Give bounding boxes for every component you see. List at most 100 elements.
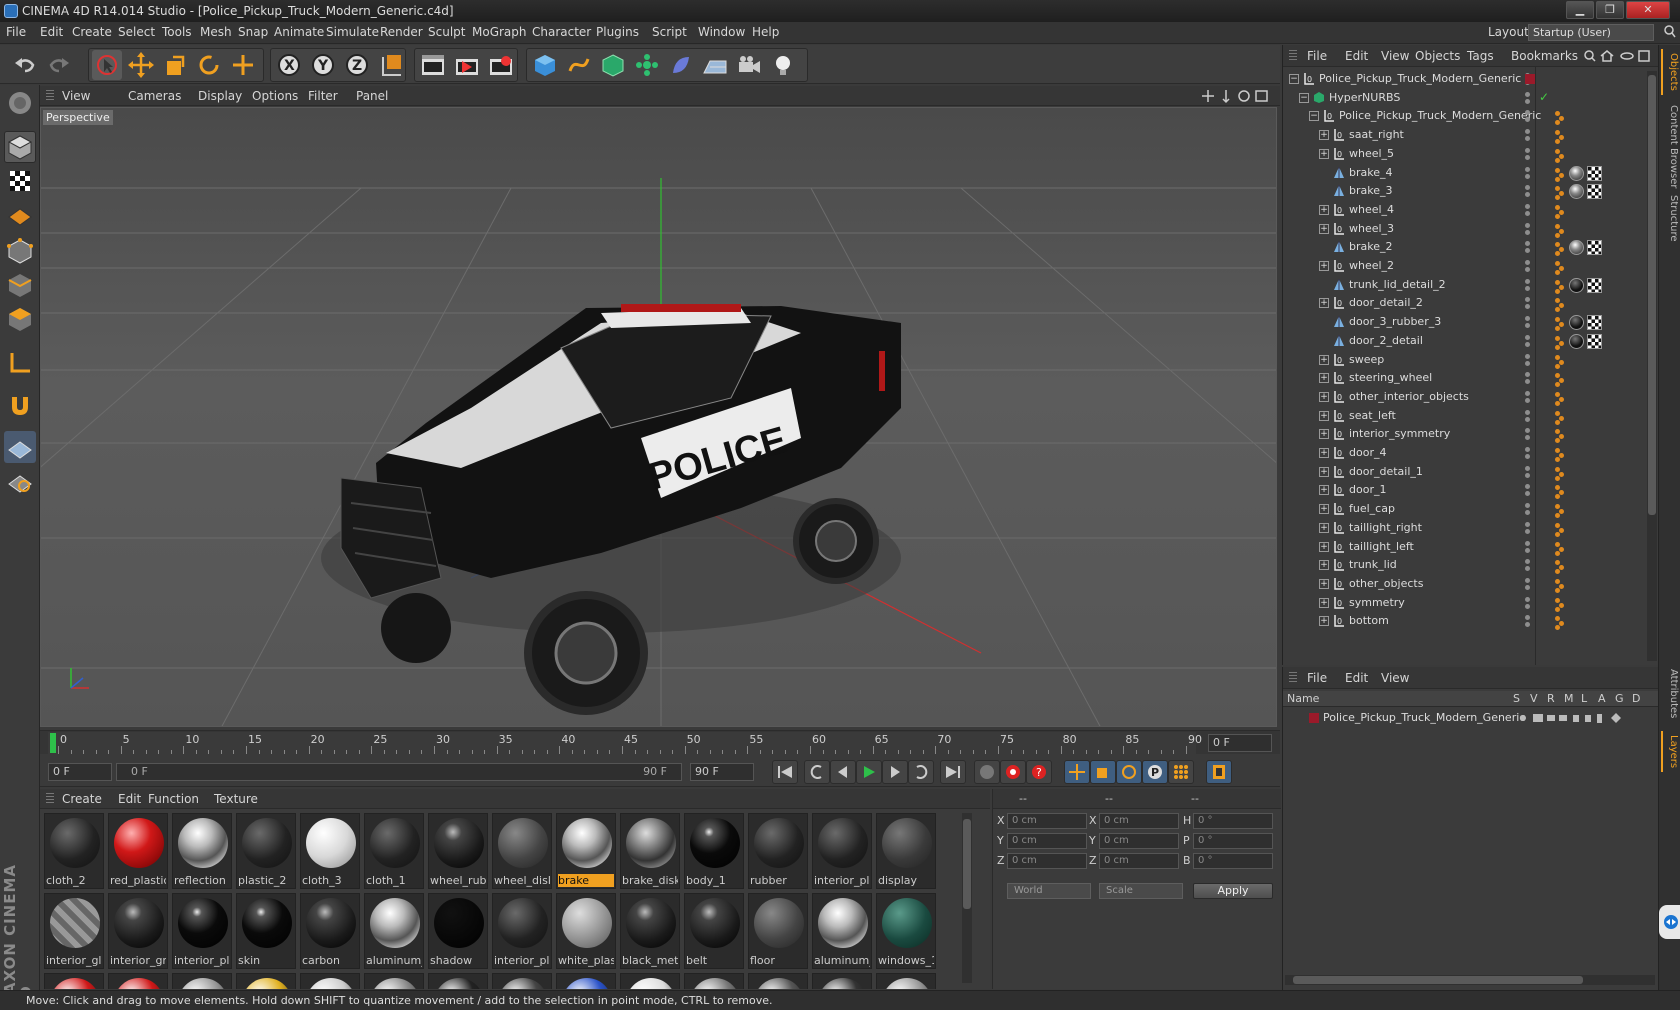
menu-edit[interactable]: Edit	[40, 25, 63, 39]
coord-value-field[interactable]: 0 cm	[1099, 833, 1179, 849]
spline-pen-icon[interactable]	[564, 50, 594, 80]
material-swatch[interactable]	[748, 973, 808, 989]
material-swatch[interactable]: interior_pla	[812, 813, 872, 889]
visibility-dots[interactable]	[1521, 353, 1535, 367]
expand-toggle-icon[interactable]: +	[1319, 429, 1329, 440]
undo-icon[interactable]	[10, 50, 40, 80]
visibility-dots[interactable]	[1521, 128, 1535, 142]
expand-toggle-icon[interactable]: +	[1319, 261, 1329, 271]
expand-toggle-icon[interactable]: +	[1319, 541, 1329, 552]
start-frame-field[interactable]: 0 F	[48, 763, 112, 781]
redo-icon[interactable]	[44, 50, 74, 80]
texture-tag-icon[interactable]	[1587, 240, 1602, 256]
visibility-dots[interactable]	[1521, 521, 1535, 535]
object-scrollbar[interactable]	[1647, 71, 1657, 661]
tab-structure[interactable]: Structure	[1661, 191, 1679, 246]
visibility-dots[interactable]	[1521, 465, 1535, 479]
material-swatch[interactable]	[684, 973, 744, 989]
visibility-dots[interactable]	[1521, 427, 1535, 441]
material-swatch[interactable]: windows_1	[876, 893, 936, 969]
visibility-dots[interactable]	[1521, 596, 1535, 610]
object-row[interactable]: +0 door_1	[1283, 480, 1647, 500]
visibility-dots[interactable]	[1521, 315, 1535, 329]
visibility-dots[interactable]	[1521, 371, 1535, 385]
tab-layers[interactable]: Layers	[1661, 731, 1679, 773]
object-row[interactable]: −0 Police_Pickup_Truck_Modern_Generic	[1283, 106, 1647, 126]
material-tag-icon[interactable]	[1569, 333, 1584, 349]
layer-menu-view[interactable]: View	[1381, 671, 1409, 685]
next-key-icon[interactable]	[908, 760, 934, 784]
material-swatch[interactable]: cloth_2	[44, 813, 104, 889]
viewport-menu-options[interactable]: Options	[252, 89, 298, 103]
visibility-dots[interactable]	[1521, 390, 1535, 404]
material-swatch[interactable]	[556, 973, 616, 989]
material-swatch[interactable]: shadow	[428, 893, 488, 969]
coord-value-field[interactable]: 0 cm	[1099, 853, 1179, 869]
object-row[interactable]: +0 door_detail_2	[1283, 293, 1647, 313]
array-icon[interactable]	[632, 50, 662, 80]
visibility-dots[interactable]	[1521, 296, 1535, 310]
material-swatch[interactable]: cloth_1	[364, 813, 424, 889]
material-swatch[interactable]: carbon	[300, 893, 360, 969]
tab-content-browser[interactable]: Content Browser	[1661, 101, 1679, 192]
material-swatch[interactable]	[108, 973, 168, 989]
object-row[interactable]: +0 taillight_left	[1283, 537, 1647, 557]
object-row[interactable]: +0 wheel_4	[1283, 200, 1647, 220]
texture-tag-icon[interactable]	[1587, 315, 1602, 331]
material-tag-icon[interactable]	[1569, 184, 1584, 200]
expand-toggle-icon[interactable]: +	[1319, 597, 1329, 608]
object-row[interactable]: +0 wheel_5	[1283, 144, 1647, 164]
object-row[interactable]: brake_3	[1283, 181, 1647, 201]
record-keys-icon[interactable]	[974, 760, 1000, 784]
visibility-dots[interactable]	[1521, 91, 1535, 105]
object-row[interactable]: door_2_detail	[1283, 331, 1647, 351]
material-swatch[interactable]	[236, 973, 296, 989]
previous-frame-icon[interactable]	[830, 760, 856, 784]
layer-hscrollbar[interactable]	[1285, 975, 1655, 985]
object-menu-objects[interactable]: Objects	[1415, 49, 1460, 63]
material-swatch[interactable]	[620, 973, 680, 989]
tab-attributes[interactable]: Attributes	[1661, 665, 1679, 722]
texture-tag-icon[interactable]	[1587, 184, 1602, 200]
viewport-menu-display[interactable]: Display	[198, 89, 242, 103]
material-menu-texture[interactable]: Texture	[214, 792, 258, 806]
material-swatch[interactable]: rubber	[748, 813, 808, 889]
visibility-dots[interactable]	[1521, 540, 1535, 554]
frame-range-slider[interactable]: 0 F 90 F	[116, 763, 682, 781]
expand-toggle-icon[interactable]: +	[1319, 560, 1329, 571]
texture-tag-icon[interactable]	[1587, 165, 1602, 181]
object-row[interactable]: +0 door_detail_1	[1283, 462, 1647, 482]
material-swatch[interactable]	[492, 973, 552, 989]
menu-tools[interactable]: Tools	[162, 25, 192, 39]
material-swatch[interactable]: interior_pla	[492, 893, 552, 969]
move-tool-icon[interactable]	[126, 50, 156, 80]
object-row[interactable]: +0 wheel_3	[1283, 219, 1647, 239]
menu-sculpt[interactable]: Sculpt	[428, 25, 465, 39]
visibility-dots[interactable]	[1521, 614, 1535, 628]
menu-select[interactable]: Select	[118, 25, 155, 39]
expand-toggle-icon[interactable]: +	[1319, 298, 1329, 309]
expand-toggle-icon[interactable]: +	[1319, 130, 1329, 141]
make-editable-icon[interactable]	[4, 87, 36, 119]
3d-viewport[interactable]: POLICE Perspective	[40, 107, 1277, 727]
camera-icon[interactable]	[734, 50, 764, 80]
minimize-button[interactable]: ▁	[1566, 1, 1594, 19]
expand-toggle-icon[interactable]: +	[1319, 522, 1329, 533]
visibility-dots[interactable]	[1521, 166, 1535, 180]
edges-mode-icon[interactable]	[4, 269, 36, 301]
object-row[interactable]: +0 trunk_lid	[1283, 555, 1647, 575]
material-swatch[interactable]: brake	[556, 813, 616, 889]
render-picture-viewer-icon[interactable]	[452, 50, 482, 80]
layout-select[interactable]: Startup (User)	[1528, 24, 1654, 41]
playhead-marker[interactable]	[50, 733, 56, 753]
material-tag-icon[interactable]	[1569, 165, 1584, 181]
visibility-dots[interactable]	[1521, 222, 1535, 236]
coord-value-field[interactable]: 0 °	[1193, 833, 1273, 849]
visibility-dots[interactable]	[1521, 409, 1535, 423]
points-mode-icon[interactable]	[4, 235, 36, 267]
expand-toggle-icon[interactable]: +	[1319, 391, 1329, 402]
viewport-menu-cameras[interactable]: Cameras	[128, 89, 181, 103]
expand-toggle-icon[interactable]: +	[1319, 148, 1329, 159]
object-row[interactable]: +0 taillight_right	[1283, 518, 1647, 538]
visibility-dots[interactable]	[1521, 240, 1535, 254]
